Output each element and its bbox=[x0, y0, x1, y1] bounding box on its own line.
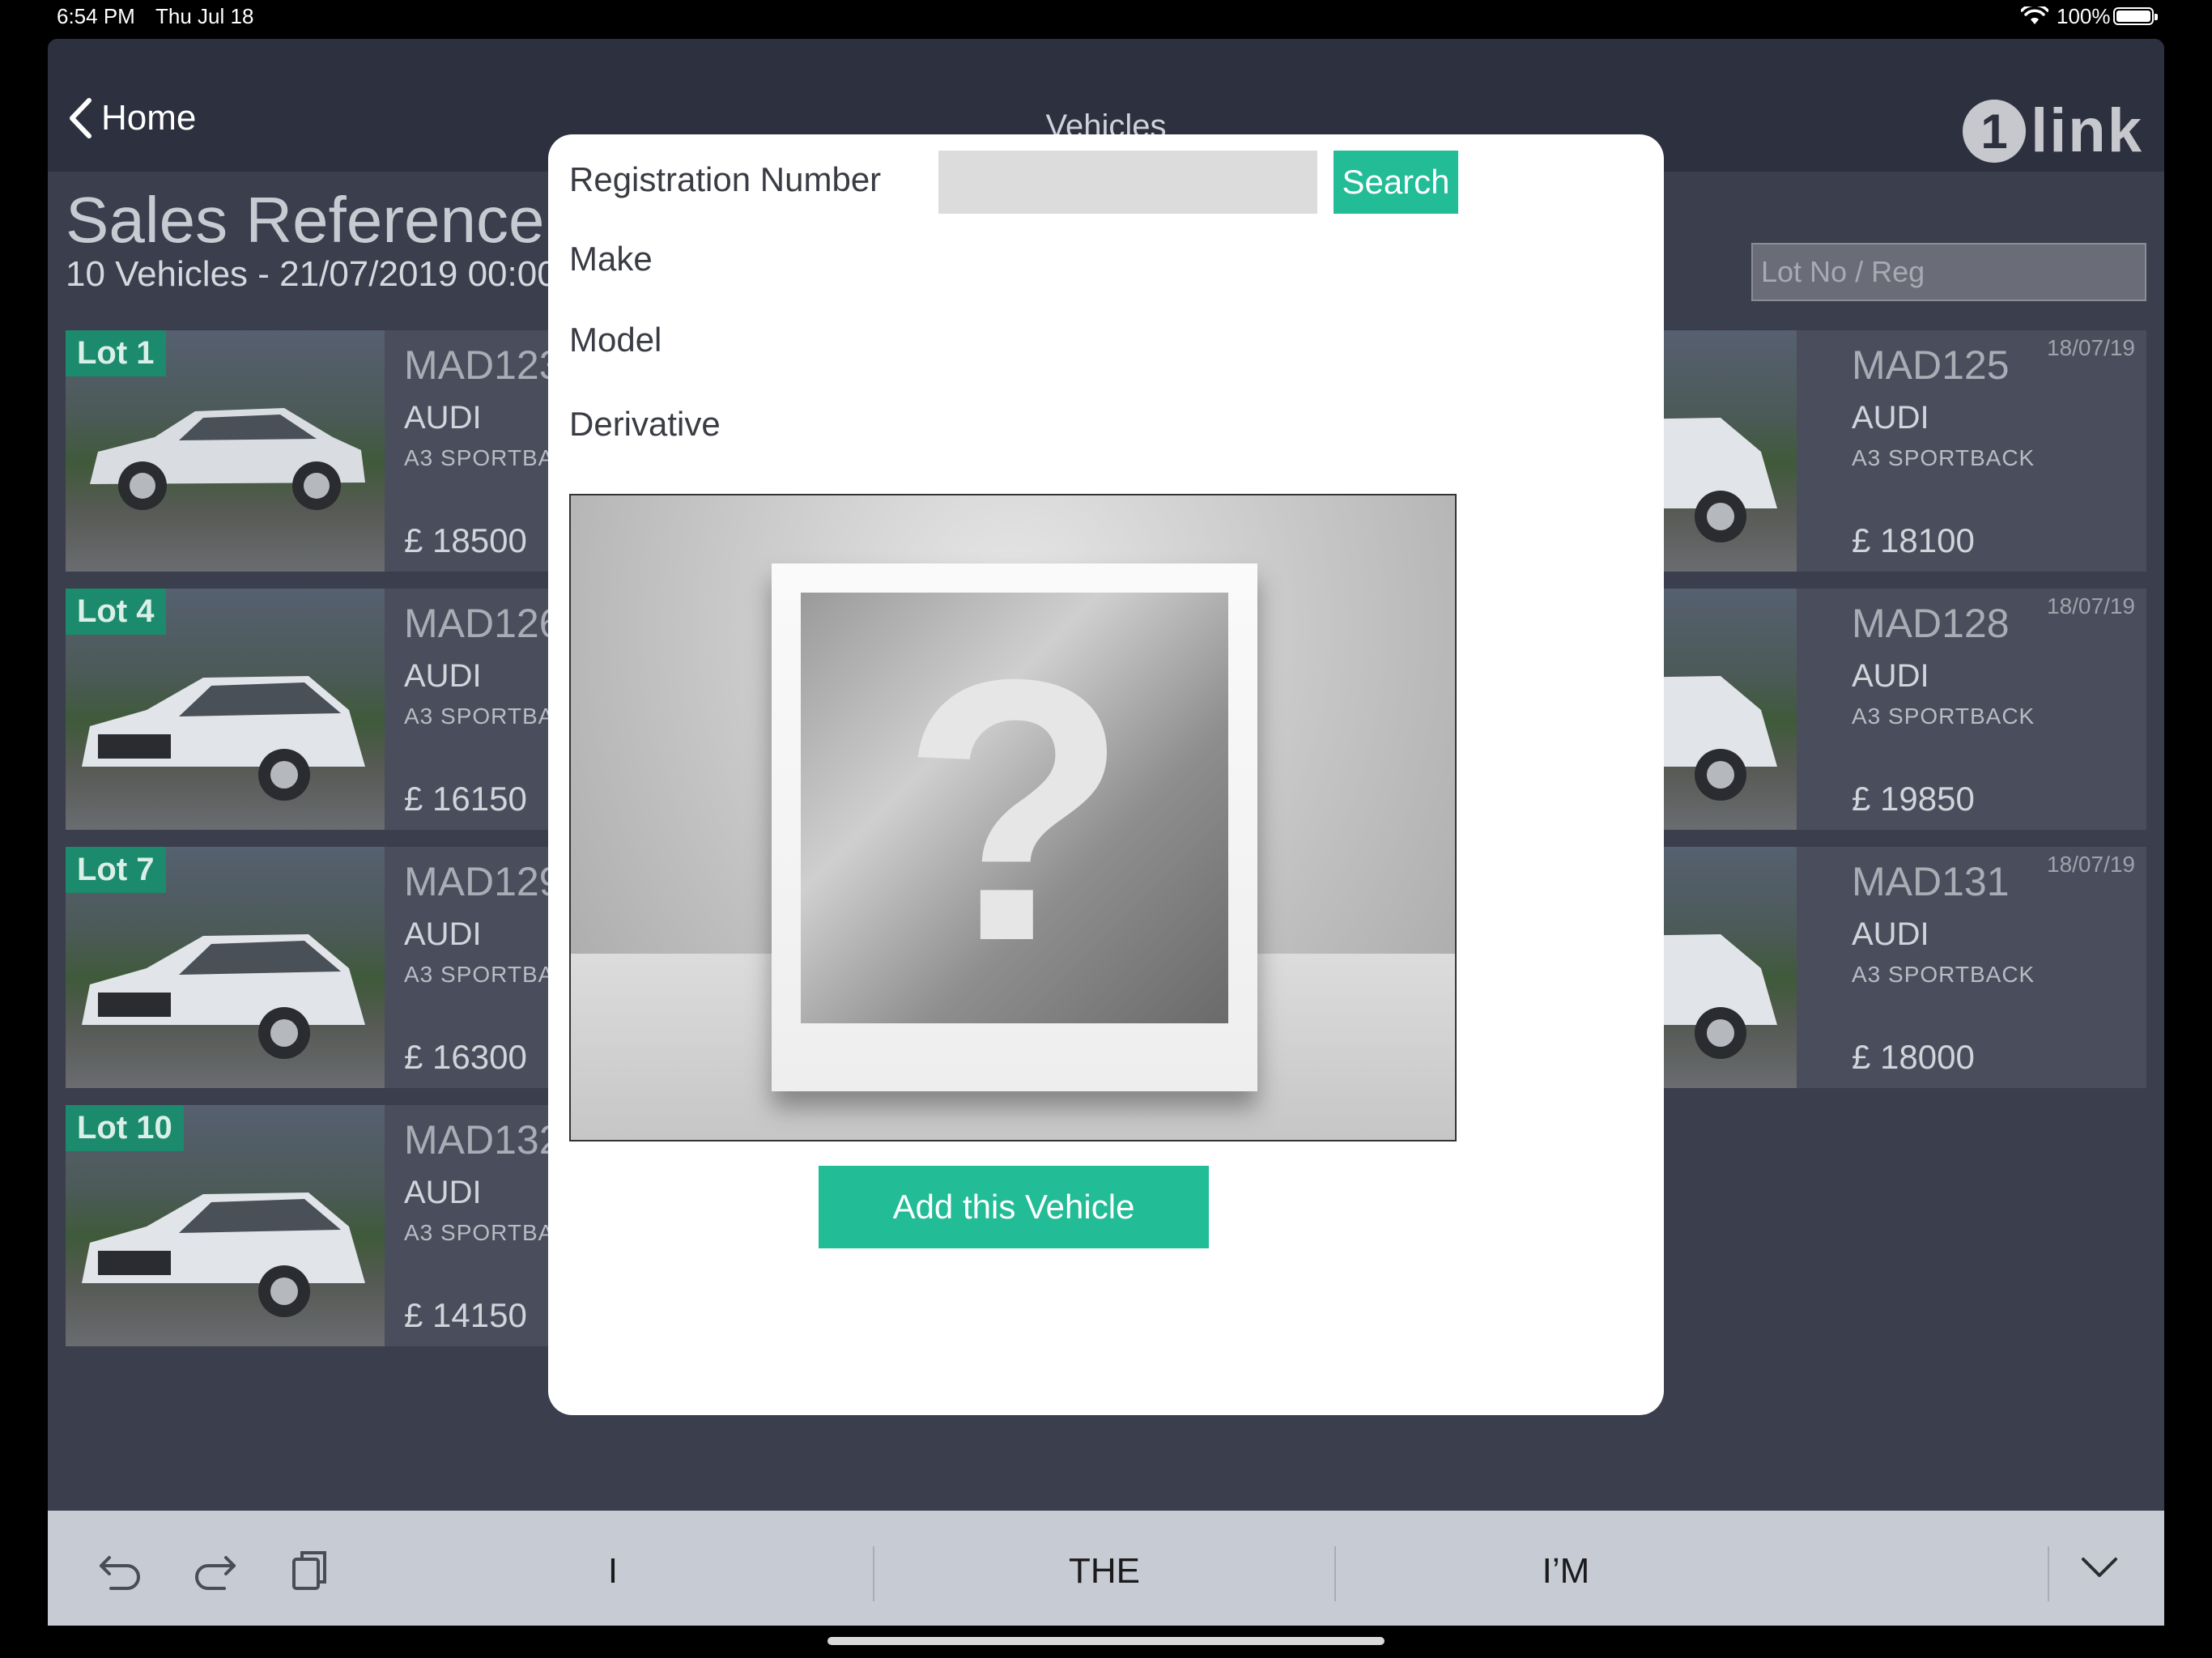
suggestion-divider bbox=[2048, 1546, 2049, 1601]
vehicle-price: £ 18000 bbox=[1852, 1038, 1975, 1076]
vehicle-price: £ 18100 bbox=[1852, 521, 1975, 559]
car-image bbox=[82, 934, 365, 1059]
brand-logo: 1 link bbox=[1963, 96, 2143, 166]
car-image bbox=[1664, 676, 1777, 801]
vehicle-price: £ 18500 bbox=[404, 521, 527, 559]
vehicle-photo bbox=[1664, 847, 1797, 1088]
registration-input[interactable] bbox=[938, 151, 1317, 214]
battery-percent: 100% bbox=[2057, 4, 2111, 28]
photo-frame-inner: ? bbox=[801, 593, 1228, 1023]
vehicle-reg: MAD129 bbox=[404, 859, 562, 904]
model-label: Model bbox=[569, 321, 662, 359]
logo-digit: 1 bbox=[1963, 99, 2027, 163]
vehicle-model: A3 SPORTBACK bbox=[1852, 962, 2035, 987]
vehicle-photo: Lot 4 bbox=[66, 589, 385, 830]
car-image bbox=[82, 1192, 365, 1317]
chevron-down-icon[interactable] bbox=[2080, 1556, 2119, 1580]
vehicle-photo: Lot 1 bbox=[66, 330, 385, 572]
vehicle-reg: MAD128 bbox=[1852, 601, 2010, 646]
vehicle-make: AUDI bbox=[1852, 658, 1929, 694]
lot-badge: Lot 10 bbox=[66, 1105, 184, 1151]
vehicle-price: £ 16300 bbox=[404, 1038, 527, 1076]
status-bar: 6:54 PM Thu Jul 18 100% bbox=[0, 0, 2212, 32]
vehicle-model: A3 SPORTBACK bbox=[1852, 445, 2035, 470]
vehicle-model: A3 SPORTBA bbox=[404, 445, 555, 470]
vehicle-date: 18/07/19 bbox=[2047, 852, 2135, 877]
vehicle-make: AUDI bbox=[1852, 400, 1929, 436]
vehicle-photo: Lot 10 bbox=[66, 1105, 385, 1346]
vehicle-model: A3 SPORTBA bbox=[404, 962, 555, 987]
add-vehicle-button[interactable]: Add this Vehicle bbox=[819, 1166, 1209, 1248]
vehicle-reg: MAD125 bbox=[1852, 342, 2010, 388]
vehicle-make: AUDI bbox=[404, 1175, 482, 1210]
vehicle-price: £ 14150 bbox=[404, 1296, 527, 1334]
vehicle-make: AUDI bbox=[404, 400, 482, 436]
undo-icon[interactable] bbox=[98, 1550, 143, 1592]
vehicle-make: AUDI bbox=[404, 916, 482, 952]
suggestion-3[interactable]: I’M bbox=[1335, 1551, 1797, 1592]
search-button[interactable]: Search bbox=[1334, 151, 1458, 214]
car-image bbox=[1664, 418, 1777, 542]
add-vehicle-modal: Registration Number Search Make Model De… bbox=[548, 134, 1664, 1415]
vehicle-card[interactable]: Lot 1 MAD123 AUDI A3 SPORTBA £ 18500 bbox=[66, 330, 579, 572]
redo-icon[interactable] bbox=[192, 1550, 237, 1592]
logo-word: link bbox=[2031, 96, 2143, 165]
vehicle-image-placeholder: ? bbox=[569, 494, 1457, 1141]
wifi-icon bbox=[2021, 6, 2048, 24]
vehicle-card[interactable]: Lot 10 MAD132 AUDI A3 SPORTBA £ 14150 bbox=[66, 1105, 579, 1346]
lot-reg-search-input[interactable] bbox=[1751, 243, 2146, 301]
vehicle-count-subtitle: 10 Vehicles - 21/07/2019 00:00 bbox=[66, 254, 557, 294]
lot-badge: Lot 7 bbox=[66, 847, 166, 893]
make-label: Make bbox=[569, 240, 653, 278]
home-indicator[interactable] bbox=[827, 1637, 1385, 1645]
vehicle-photo bbox=[1664, 330, 1797, 572]
vehicle-date: 18/07/19 bbox=[2047, 593, 2135, 619]
lot-badge: Lot 4 bbox=[66, 589, 166, 635]
sales-reference-title: Sales Reference: A bbox=[66, 184, 620, 256]
vehicle-model: A3 SPORTBA bbox=[404, 704, 555, 729]
vehicle-make: AUDI bbox=[404, 658, 482, 694]
photo-frame-icon: ? bbox=[772, 563, 1257, 1091]
car-image bbox=[1664, 934, 1777, 1059]
vehicle-photo bbox=[1664, 589, 1797, 830]
registration-label: Registration Number bbox=[569, 160, 882, 198]
vehicle-card[interactable]: MAD125 AUDI A3 SPORTBACK £ 18100 18/07/1… bbox=[1664, 330, 2146, 572]
lot-badge: Lot 1 bbox=[66, 330, 166, 376]
status-time: 6:54 PM bbox=[57, 4, 135, 28]
vehicle-model: A3 SPORTBA bbox=[404, 1220, 555, 1245]
vehicle-reg: MAD132 bbox=[404, 1117, 562, 1163]
battery-icon bbox=[2113, 7, 2158, 25]
vehicle-card[interactable]: MAD128 AUDI A3 SPORTBACK £ 19850 18/07/1… bbox=[1664, 589, 2146, 830]
vehicle-card[interactable]: Lot 7 MAD129 AUDI A3 SPORTBA £ 16300 bbox=[66, 847, 579, 1088]
vehicle-model: A3 SPORTBACK bbox=[1852, 704, 2035, 729]
vehicle-reg: MAD131 bbox=[1852, 859, 2010, 904]
vehicle-make: AUDI bbox=[1852, 916, 1929, 952]
question-mark-icon: ? bbox=[900, 603, 1129, 1018]
vehicle-card[interactable]: Lot 4 MAD126 AUDI A3 SPORTBA £ 16150 bbox=[66, 589, 579, 830]
car-image bbox=[90, 408, 365, 510]
vehicle-reg: MAD123 bbox=[404, 342, 562, 388]
vehicle-price: £ 19850 bbox=[1852, 780, 1975, 818]
keyboard-suggestion-bar: I THE I’M bbox=[48, 1511, 2164, 1626]
suggestion-1[interactable]: I bbox=[321, 1551, 904, 1592]
vehicle-reg: MAD126 bbox=[404, 601, 562, 646]
vehicle-card[interactable]: MAD131 AUDI A3 SPORTBACK £ 18000 18/07/1… bbox=[1664, 847, 2146, 1088]
suggestion-2[interactable]: THE bbox=[874, 1551, 1335, 1592]
car-image bbox=[82, 676, 365, 801]
status-date: Thu Jul 18 bbox=[155, 4, 254, 28]
derivative-label: Derivative bbox=[569, 405, 721, 443]
vehicle-photo: Lot 7 bbox=[66, 847, 385, 1088]
vehicle-date: 18/07/19 bbox=[2047, 335, 2135, 360]
vehicle-price: £ 16150 bbox=[404, 780, 527, 818]
